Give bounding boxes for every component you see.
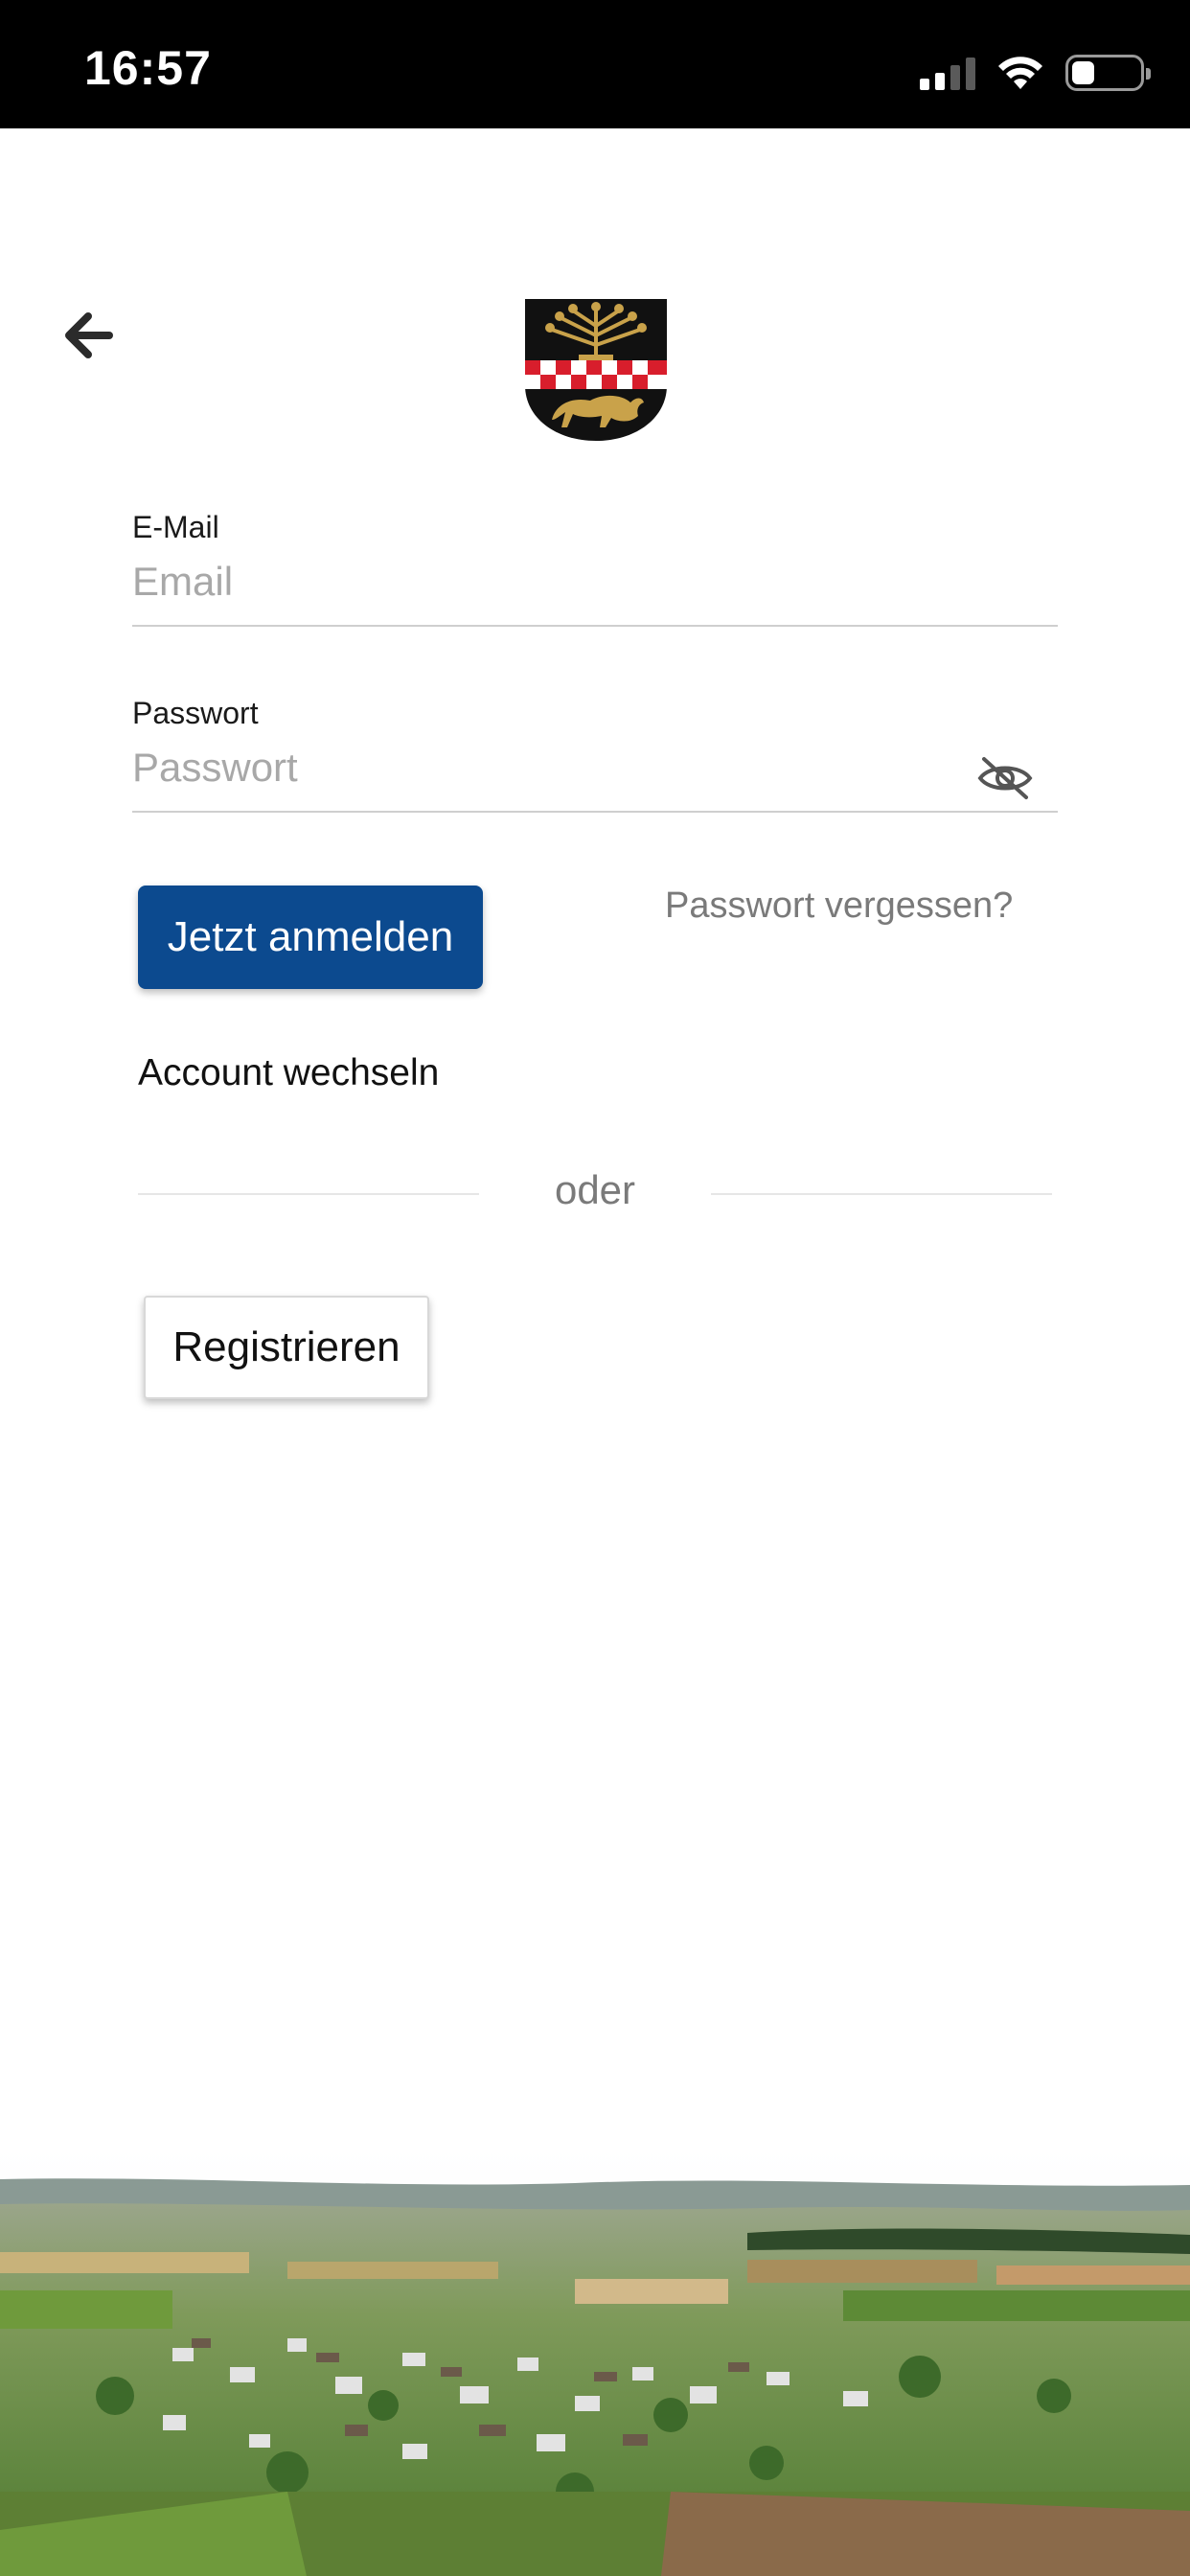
- email-label: E-Mail: [132, 510, 219, 544]
- email-input[interactable]: [132, 548, 1058, 615]
- cellular-signal-icon: [920, 56, 975, 90]
- password-label: Passwort: [132, 696, 259, 730]
- password-visibility-toggle[interactable]: [975, 751, 1035, 805]
- or-divider: oder: [138, 1167, 1052, 1217]
- password-underline: [132, 811, 1058, 813]
- coat-of-arms-logo: [525, 299, 667, 441]
- email-field-group: E-Mail: [132, 506, 1058, 627]
- password-input[interactable]: [132, 734, 1058, 801]
- password-field-group: Passwort: [132, 692, 1058, 813]
- divider-label: oder: [554, 1167, 636, 1212]
- login-button[interactable]: Jetzt anmelden: [138, 886, 483, 989]
- arrow-left-icon: [65, 312, 113, 358]
- status-icons: [920, 52, 1151, 94]
- back-button[interactable]: [57, 305, 119, 366]
- forgot-password-link[interactable]: Passwort vergessen?: [665, 886, 1013, 927]
- email-underline: [132, 625, 1058, 627]
- status-time: 16:57: [84, 41, 212, 95]
- switch-account-link[interactable]: Account wechseln: [138, 1052, 439, 1094]
- register-button[interactable]: Registrieren: [144, 1296, 429, 1399]
- status-bar: 16:57: [0, 0, 1190, 128]
- wifi-icon: [998, 57, 1042, 89]
- battery-icon: [1065, 55, 1151, 91]
- landscape-village-photo: [0, 2147, 1190, 2576]
- eye-slash-icon: [977, 757, 1033, 799]
- divider-line-right: [711, 1193, 1052, 1195]
